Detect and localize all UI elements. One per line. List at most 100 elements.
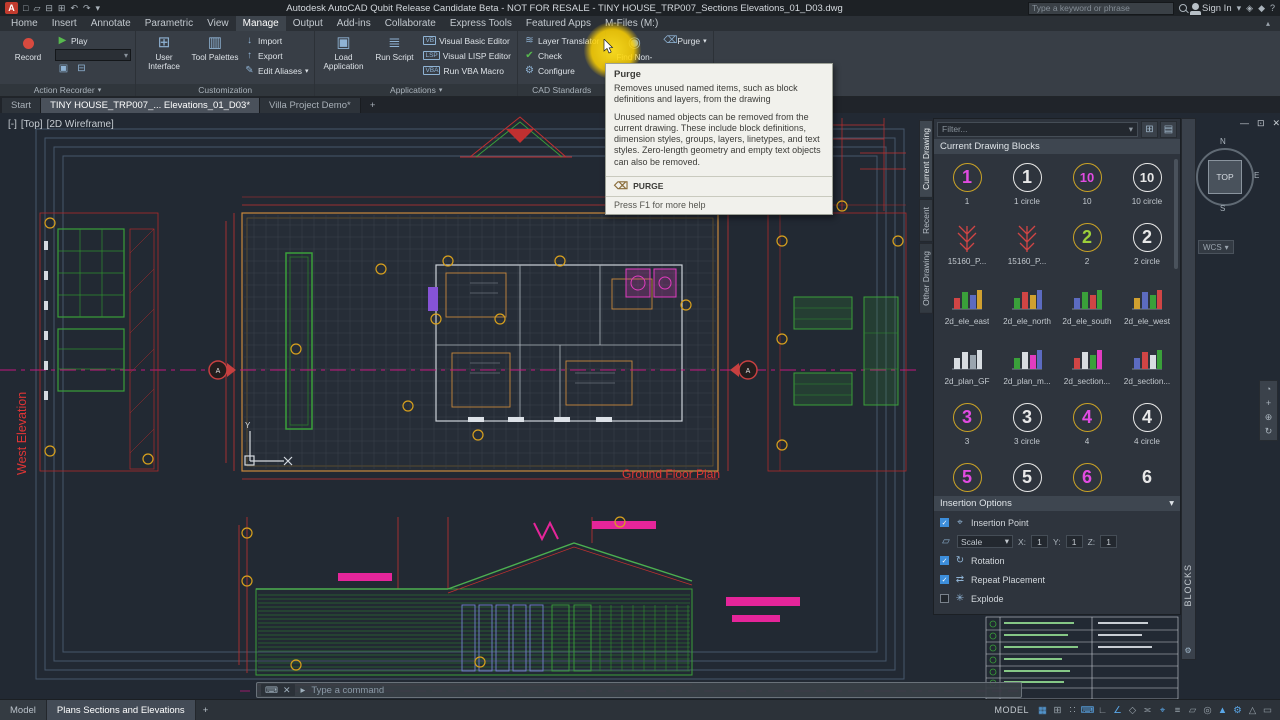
block-item[interactable]: 6 [1057, 456, 1117, 496]
infocenter-dropdown-icon[interactable]: ▾ [1237, 3, 1242, 14]
redo-icon[interactable]: ↷ [82, 3, 92, 14]
run-script-button[interactable]: ≣ Run Script [370, 33, 418, 84]
undo-icon[interactable]: ↶ [69, 3, 79, 14]
edit-aliases-button[interactable]: ✎ Edit Aliases ▾ [242, 64, 310, 77]
block-item[interactable]: 2d_section... [1117, 336, 1177, 396]
export-button[interactable]: ↑ Export [242, 49, 310, 62]
visual-lisp-editor-button[interactable]: LSP Visual LISP Editor [421, 49, 513, 62]
model-space-indicator[interactable]: MODEL [994, 705, 1029, 715]
dynamic-input-icon[interactable]: ⌨ [1080, 705, 1095, 716]
block-item[interactable]: 5 [937, 456, 997, 496]
palette-tab-recent[interactable]: Recent [919, 199, 933, 242]
action-macro-dropdown[interactable]: ▾ [55, 49, 131, 61]
app-store-icon[interactable]: ◈ [1246, 3, 1253, 14]
block-item[interactable]: 11 circle [997, 156, 1057, 216]
zoom-extents-icon[interactable]: ⊕ [1265, 413, 1273, 422]
user-interface-button[interactable]: ⊞ User Interface [140, 33, 188, 84]
palette-display-icon[interactable]: ▤ [1160, 121, 1177, 138]
block-item[interactable]: 33 circle [997, 396, 1057, 456]
block-item[interactable]: 6 [1117, 456, 1177, 496]
file-tab-villa-project-demo[interactable]: Villa Project Demo* [260, 98, 361, 113]
block-item[interactable]: 2d_ele_north [997, 276, 1057, 336]
palette-tab-current-drawing[interactable]: Current Drawing [919, 120, 933, 198]
command-line[interactable]: ⌨ ✕ ▸ Type a command [256, 682, 1022, 698]
plot-icon[interactable]: ⊞ [57, 3, 67, 14]
block-item[interactable]: 2d_ele_east [937, 276, 997, 336]
palette-properties-icon[interactable]: ⚙ [1185, 646, 1192, 655]
grid-icon[interactable]: ▦ [1035, 705, 1050, 716]
block-item[interactable]: 2d_plan_GF [937, 336, 997, 396]
new-drawing-tab-button[interactable]: + [366, 99, 380, 113]
object-snap-icon[interactable]: ⌖ [1155, 705, 1170, 716]
panel-label-customization[interactable]: Customization [136, 84, 314, 96]
block-item[interactable]: 1010 [1057, 156, 1117, 216]
block-item[interactable]: 2d_section... [1057, 336, 1117, 396]
panel-label-action-recorder[interactable]: Action Recorder▾ [0, 84, 135, 96]
visual-basic-editor-button[interactable]: VB Visual Basic Editor [421, 34, 513, 47]
ortho-icon[interactable]: ∟ [1095, 705, 1110, 716]
ribbon-tab-output[interactable]: Output [286, 16, 330, 31]
panel-label-cad-standards[interactable]: CAD Standards [518, 84, 605, 96]
block-item[interactable]: 5 [997, 456, 1057, 496]
object-snap-tracking-icon[interactable]: ≍ [1140, 705, 1155, 716]
keyboard-icon[interactable]: ⌨ [265, 685, 278, 696]
ribbon-tab-parametric[interactable]: Parametric [138, 16, 200, 31]
block-item[interactable]: 2d_ele_south [1057, 276, 1117, 336]
viewport-visual-style-control[interactable]: [2D Wireframe] [47, 119, 114, 130]
ribbon-tab-insert[interactable]: Insert [45, 16, 84, 31]
window-restore-icon[interactable]: ⊡ [1257, 118, 1265, 129]
sign-in-button[interactable]: Sign In [1192, 3, 1232, 14]
record-button[interactable]: Record [4, 33, 52, 84]
import-button[interactable]: ↓ Import [242, 34, 310, 47]
new-file-icon[interactable]: □ [22, 3, 29, 14]
snap-icon[interactable]: ⊞ [1050, 705, 1065, 716]
file-tab-tiny-house-trp007-elevations-01-d03[interactable]: TINY HOUSE_TRP007_... Elevations_01_D03* [41, 98, 260, 113]
viewcube-south[interactable]: S [1220, 204, 1225, 213]
panel-label-applications[interactable]: Applications▾ [315, 84, 517, 96]
explode-checkbox[interactable] [940, 594, 949, 603]
close-icon[interactable]: ✕ [283, 685, 291, 696]
qat-customize-icon[interactable]: ▾ [95, 3, 102, 14]
block-item[interactable]: 33 [937, 396, 997, 456]
rotation-checkbox[interactable]: ✓ [940, 556, 949, 565]
viewport-menu-control[interactable]: [-] [8, 119, 17, 130]
navigation-wheel-icon[interactable]: ◔ [1266, 385, 1271, 394]
play-button[interactable]: ▶ Play [55, 34, 131, 47]
viewport-view-control[interactable]: [Top] [21, 119, 43, 130]
file-tab-start[interactable]: Start [2, 98, 41, 113]
load-application-button[interactable]: ▣ Load Application [319, 33, 367, 84]
ribbon-tab-home[interactable]: Home [4, 16, 45, 31]
lineweight-icon[interactable]: ≡ [1170, 705, 1185, 716]
search-input[interactable] [1028, 2, 1174, 15]
block-item[interactable]: 15160_P... [997, 216, 1057, 276]
palette-tab-other-drawing[interactable]: Other Drawing [919, 243, 933, 314]
insert-macro-message-icon[interactable]: ▣ [58, 63, 69, 74]
block-item[interactable]: 11 [937, 156, 997, 216]
model-tab[interactable]: Model [0, 700, 47, 720]
insertion-point-checkbox[interactable]: ✓ [940, 518, 949, 527]
ribbon-tab-express-tools[interactable]: Express Tools [443, 16, 519, 31]
block-item[interactable]: 22 [1057, 216, 1117, 276]
clean-screen-icon[interactable]: ▭ [1260, 705, 1275, 716]
save-macro-icon[interactable]: ⊟ [76, 63, 87, 74]
add-layout-button[interactable]: + [196, 705, 216, 716]
insertion-options-header[interactable]: Insertion Options ▾ [934, 496, 1180, 511]
block-item[interactable]: 2d_plan_m... [997, 336, 1057, 396]
transparency-icon[interactable]: ▱ [1185, 705, 1200, 716]
search-icon[interactable] [1179, 4, 1187, 12]
block-item[interactable]: 22 circle [1117, 216, 1177, 276]
open-file-icon[interactable]: ▱ [32, 3, 41, 14]
ribbon-collapse-icon[interactable]: ▴ [1256, 16, 1280, 31]
command-input[interactable]: Type a command [311, 685, 384, 696]
orbit-icon[interactable]: ↻ [1265, 427, 1273, 436]
palette-scrollbar[interactable] [1174, 159, 1178, 269]
infer-constraints-icon[interactable]: ∷ [1065, 705, 1080, 716]
annotation-visibility-icon[interactable]: ▲ [1215, 705, 1230, 716]
ribbon-tab-add-ins[interactable]: Add-ins [330, 16, 378, 31]
pan-icon[interactable]: + [1266, 399, 1271, 408]
ribbon-tab-featured-apps[interactable]: Featured Apps [519, 16, 598, 31]
viewcube[interactable]: N S W E TOP WCS▾ [1190, 140, 1260, 260]
ribbon-tab-collaborate[interactable]: Collaborate [378, 16, 443, 31]
isodraft-icon[interactable]: ◇ [1125, 705, 1140, 716]
block-item[interactable]: 15160_P... [937, 216, 997, 276]
